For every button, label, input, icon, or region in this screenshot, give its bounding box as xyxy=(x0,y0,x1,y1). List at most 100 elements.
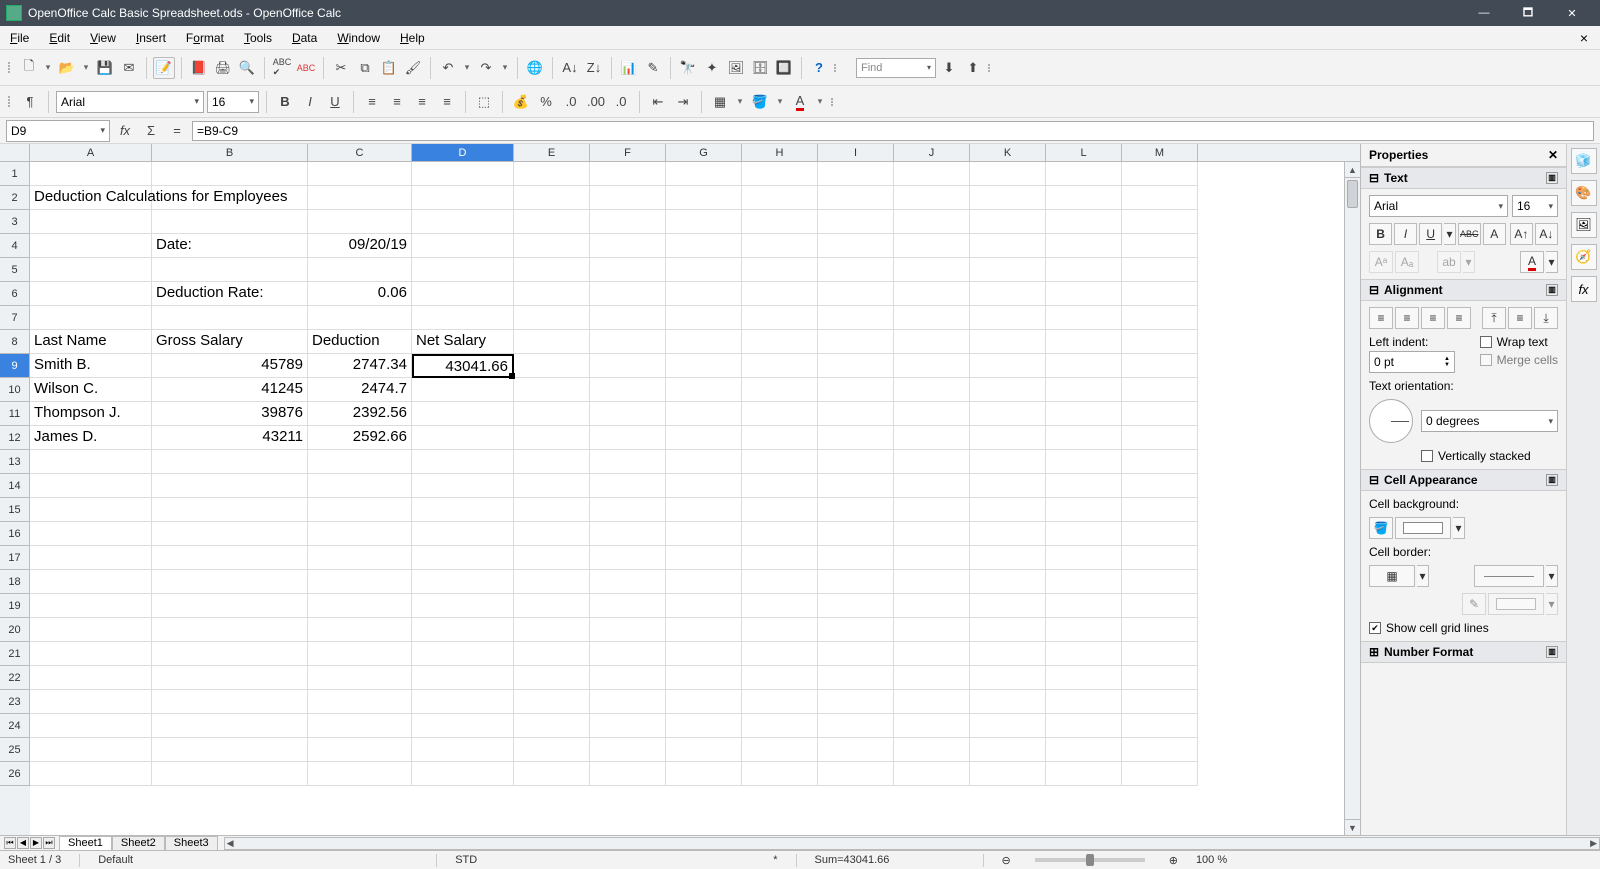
find-dropdown-icon[interactable]: ▾ xyxy=(927,63,931,72)
cell-C11[interactable]: 2392.56 xyxy=(308,402,412,426)
cell-H23[interactable] xyxy=(742,690,818,714)
menu-view[interactable]: View xyxy=(86,29,120,47)
cell-I16[interactable] xyxy=(818,522,894,546)
valign-top-icon[interactable]: ⤒ xyxy=(1482,307,1506,329)
find-prev-icon[interactable]: ⬆ xyxy=(962,57,984,79)
cell-A1[interactable] xyxy=(30,162,152,186)
percent-icon[interactable]: % xyxy=(535,91,557,113)
align-left-icon[interactable]: ≡ xyxy=(361,91,383,113)
cell-H12[interactable] xyxy=(742,426,818,450)
cell-I20[interactable] xyxy=(818,618,894,642)
cell-D26[interactable] xyxy=(412,762,514,786)
cell-G13[interactable] xyxy=(666,450,742,474)
remove-decimal-icon[interactable]: .0 xyxy=(610,91,632,113)
cell-I18[interactable] xyxy=(818,570,894,594)
cell-A14[interactable] xyxy=(30,474,152,498)
sum-icon[interactable]: Σ xyxy=(140,120,162,142)
row-header-22[interactable]: 22 xyxy=(0,666,30,690)
cell-L21[interactable] xyxy=(1046,642,1122,666)
cell-E2[interactable] xyxy=(514,186,590,210)
col-header-E[interactable]: E xyxy=(514,144,590,161)
border-style-picker[interactable] xyxy=(1474,565,1544,587)
cell-G20[interactable] xyxy=(666,618,742,642)
cell-J3[interactable] xyxy=(894,210,970,234)
show-draw-icon[interactable]: ✎ xyxy=(642,57,664,79)
currency-icon[interactable]: 💰 xyxy=(510,91,532,113)
cell-F5[interactable] xyxy=(590,258,666,282)
cell-E4[interactable] xyxy=(514,234,590,258)
cell-I12[interactable] xyxy=(818,426,894,450)
cell-E19[interactable] xyxy=(514,594,590,618)
cell-H19[interactable] xyxy=(742,594,818,618)
cell-J10[interactable] xyxy=(894,378,970,402)
cell-F24[interactable] xyxy=(590,714,666,738)
cell-J24[interactable] xyxy=(894,714,970,738)
cell-E1[interactable] xyxy=(514,162,590,186)
cell-J2[interactable] xyxy=(894,186,970,210)
cell-C1[interactable] xyxy=(308,162,412,186)
valign-bot-icon[interactable]: ⤓ xyxy=(1534,307,1558,329)
cell-D12[interactable] xyxy=(412,426,514,450)
cell-L10[interactable] xyxy=(1046,378,1122,402)
undo-icon[interactable]: ↶ xyxy=(437,57,459,79)
cell-J18[interactable] xyxy=(894,570,970,594)
section-alignment-header[interactable]: ⊟Alignment▥ xyxy=(1361,279,1566,301)
cell-B20[interactable] xyxy=(152,618,308,642)
cell-F6[interactable] xyxy=(590,282,666,306)
sidebar-fontcolor-icon[interactable]: A xyxy=(1520,251,1544,273)
cell-C15[interactable] xyxy=(308,498,412,522)
cell-M9[interactable] xyxy=(1122,354,1198,378)
cell-A2[interactable]: Deduction Calculations for Employees xyxy=(30,186,152,210)
datasources-icon[interactable]: 🗄 xyxy=(749,57,771,79)
cell-A10[interactable]: Wilson C. xyxy=(30,378,152,402)
cut-icon[interactable]: ✂ xyxy=(330,57,352,79)
border-preset-picker[interactable]: ▦ xyxy=(1369,565,1415,587)
cell-M4[interactable] xyxy=(1122,234,1198,258)
cell-K18[interactable] xyxy=(970,570,1046,594)
close-document-button[interactable]: × xyxy=(1580,30,1594,46)
format-end-grip[interactable] xyxy=(829,98,835,106)
cell-I8[interactable] xyxy=(818,330,894,354)
cell-G3[interactable] xyxy=(666,210,742,234)
underline-icon[interactable]: U xyxy=(324,91,346,113)
section-numberformat-header[interactable]: ⊞Number Format▥ xyxy=(1361,641,1566,663)
cell-H26[interactable] xyxy=(742,762,818,786)
cell-A15[interactable] xyxy=(30,498,152,522)
cell-L3[interactable] xyxy=(1046,210,1122,234)
cell-M3[interactable] xyxy=(1122,210,1198,234)
cell-K24[interactable] xyxy=(970,714,1046,738)
horizontal-scrollbar[interactable]: ◀ ▶ xyxy=(224,837,1600,850)
cell-A7[interactable] xyxy=(30,306,152,330)
cell-M13[interactable] xyxy=(1122,450,1198,474)
cell-G2[interactable] xyxy=(666,186,742,210)
cell-I1[interactable] xyxy=(818,162,894,186)
menu-edit[interactable]: Edit xyxy=(45,29,74,47)
sidebar-bold-icon[interactable]: B xyxy=(1369,223,1392,245)
align-justify-icon[interactable]: ≡ xyxy=(436,91,458,113)
cell-M10[interactable] xyxy=(1122,378,1198,402)
orientation-combo[interactable]: 0 degrees▾ xyxy=(1421,410,1558,432)
find-end-grip[interactable] xyxy=(986,64,992,72)
cell-M25[interactable] xyxy=(1122,738,1198,762)
cell-K23[interactable] xyxy=(970,690,1046,714)
sidebar-italic-icon[interactable]: I xyxy=(1394,223,1417,245)
cell-F22[interactable] xyxy=(590,666,666,690)
col-header-F[interactable]: F xyxy=(590,144,666,161)
cell-C24[interactable] xyxy=(308,714,412,738)
cell-B23[interactable] xyxy=(152,690,308,714)
cell-G26[interactable] xyxy=(666,762,742,786)
cell-D5[interactable] xyxy=(412,258,514,282)
cell-C8[interactable]: Deduction xyxy=(308,330,412,354)
sidebar-underline-icon[interactable]: U xyxy=(1419,223,1442,245)
cell-D3[interactable] xyxy=(412,210,514,234)
cell-E24[interactable] xyxy=(514,714,590,738)
cell-F25[interactable] xyxy=(590,738,666,762)
cell-D17[interactable] xyxy=(412,546,514,570)
cell-M19[interactable] xyxy=(1122,594,1198,618)
cell-I24[interactable] xyxy=(818,714,894,738)
cell-M11[interactable] xyxy=(1122,402,1198,426)
cell-M22[interactable] xyxy=(1122,666,1198,690)
help-icon[interactable]: ? xyxy=(808,57,830,79)
copy-icon[interactable]: ⧉ xyxy=(354,57,376,79)
col-header-M[interactable]: M xyxy=(1122,144,1198,161)
